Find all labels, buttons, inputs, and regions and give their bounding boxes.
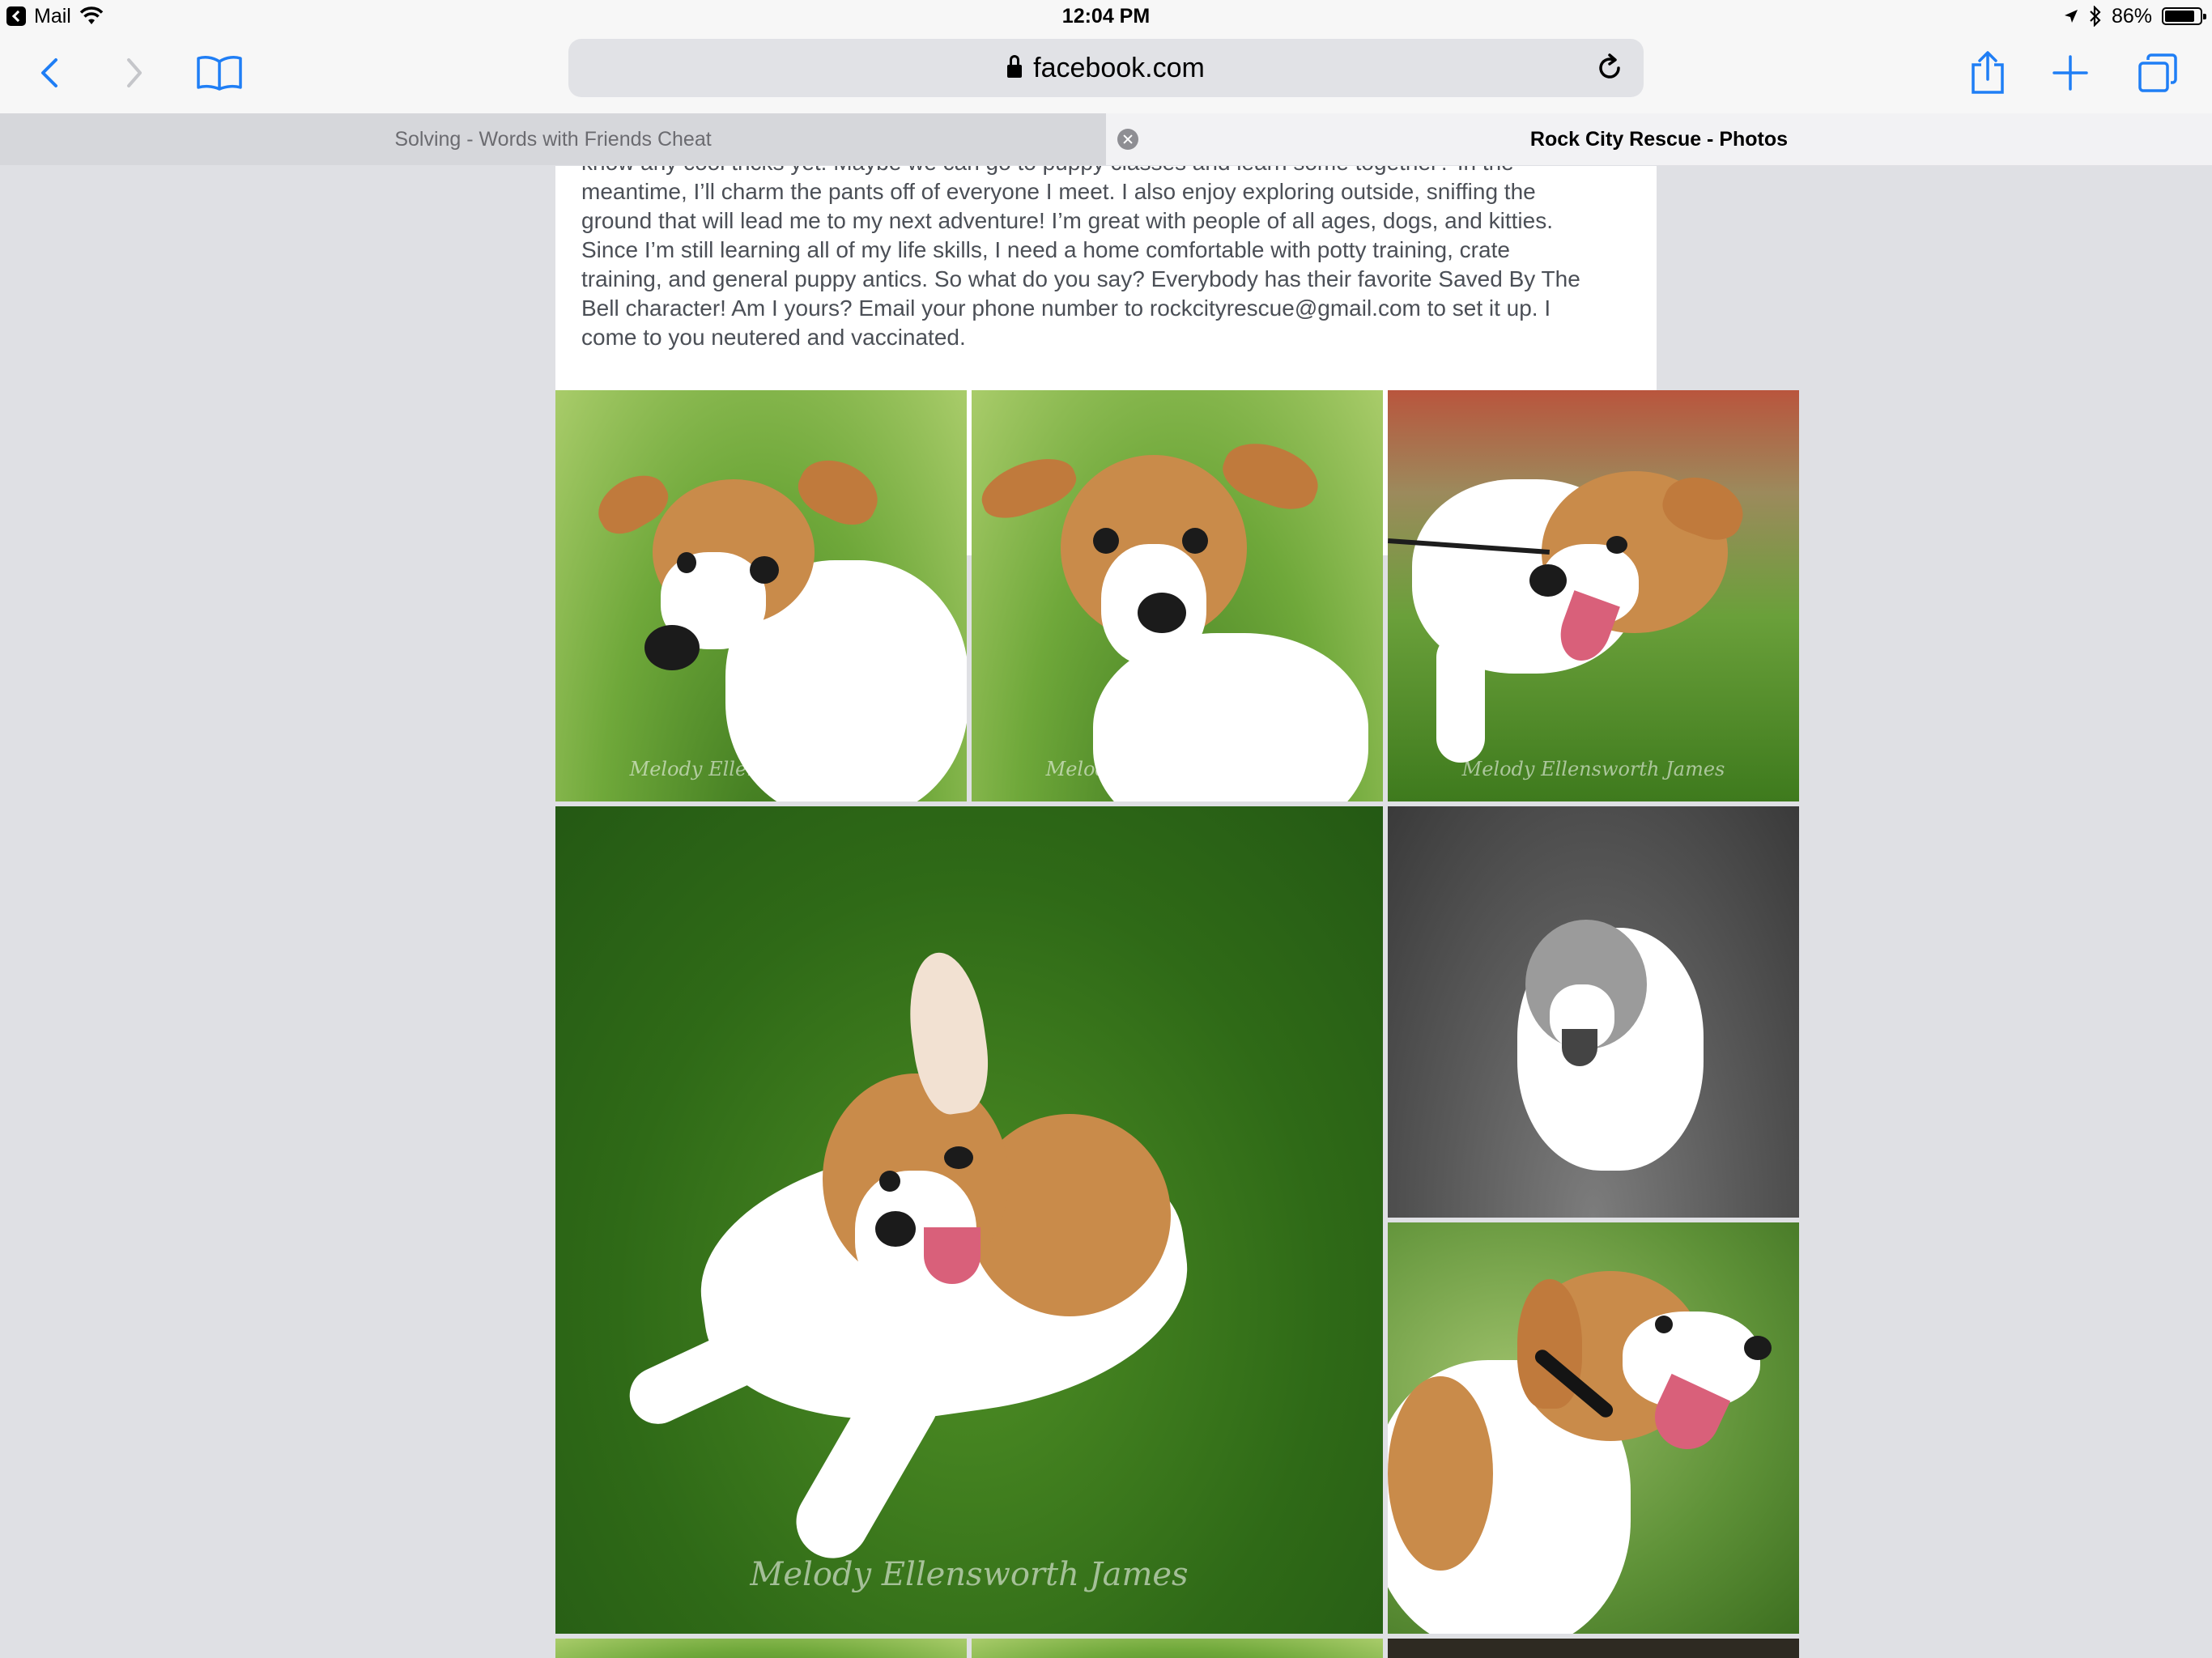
- forward-button[interactable]: [110, 32, 159, 113]
- address-bar[interactable]: facebook.com: [568, 39, 1644, 97]
- tab-label: Rock City Rescue - Photos: [1529, 128, 1789, 151]
- plus-icon: [2052, 55, 2088, 91]
- browser-toolbar: facebook.com: [0, 32, 2212, 113]
- dog-photo[interactable]: [1388, 806, 1799, 1218]
- clock: 12:04 PM: [1061, 5, 1151, 28]
- bluetooth-icon: [2090, 6, 2101, 27]
- dog-eye: [750, 556, 779, 584]
- dog-eye: [1093, 528, 1119, 554]
- photo-watermark: Melody Ellensworth James: [1045, 758, 1309, 780]
- dog-photo[interactable]: Melody Ellensworth James: [972, 390, 1383, 801]
- share-button[interactable]: [1959, 32, 2016, 113]
- dog-eye: [1182, 528, 1208, 554]
- book-icon: [197, 56, 242, 91]
- dog-photo[interactable]: Melody Ellensworth James: [1388, 390, 1799, 801]
- tab-label: Solving - Words with Friends Cheat: [394, 128, 712, 151]
- dog-photo[interactable]: [1388, 1222, 1799, 1634]
- dog-nose: [1138, 593, 1186, 633]
- close-tab-icon[interactable]: [1117, 129, 1138, 150]
- dog-eye: [1655, 1316, 1673, 1333]
- address-text: facebook.com: [568, 39, 1644, 97]
- back-button[interactable]: [24, 32, 73, 113]
- dog-eye: [1606, 536, 1627, 554]
- url-label: facebook.com: [1033, 53, 1205, 83]
- post-line: know any cool tricks yet! Maybe we can g…: [581, 166, 1631, 177]
- location-icon: [2064, 10, 2078, 23]
- dog-eye: [879, 1171, 900, 1192]
- tab-bar: Solving - Words with Friends Cheat Rock …: [0, 113, 2212, 165]
- post-line: training, and general puppy antics. So w…: [581, 266, 1580, 291]
- post-line: come to you neutered and vaccinated.: [581, 325, 966, 350]
- post-line: Bell character! Am I yours? Email your p…: [581, 295, 1551, 321]
- dog-photo[interactable]: Melody Ellensworth James: [555, 390, 967, 801]
- tab-rock-city-rescue[interactable]: Rock City Rescue - Photos: [1106, 113, 2212, 165]
- chevron-left-icon: [41, 58, 57, 87]
- photo-background: [972, 1639, 1383, 1658]
- dog-photo[interactable]: [972, 1639, 1383, 1658]
- dog-side-patch: [1388, 1376, 1493, 1571]
- dog-photo[interactable]: [1388, 1639, 1799, 1658]
- post-line: Since I’m still learning all of my life …: [581, 237, 1510, 262]
- photo-background: [555, 1639, 967, 1658]
- status-right: 86%: [2063, 0, 2206, 32]
- tabs-icon: [2138, 53, 2177, 92]
- dog-nose: [1529, 564, 1567, 597]
- dog-tongue: [924, 1227, 981, 1284]
- dog-leg: [1436, 633, 1485, 763]
- bookmarks-button[interactable]: [191, 32, 248, 113]
- dog-photo[interactable]: [555, 1639, 967, 1658]
- photo-watermark: Melody Ellensworth James: [629, 758, 893, 780]
- share-icon: [1972, 51, 2004, 94]
- tab-words-with-friends[interactable]: Solving - Words with Friends Cheat: [0, 113, 1106, 165]
- dog-eye: [677, 552, 696, 573]
- battery-percent: 86%: [2111, 5, 2152, 28]
- photo-watermark: Melody Ellensworth James: [750, 1556, 1189, 1593]
- reload-button[interactable]: [1593, 52, 1626, 84]
- post-line: ground that will lead me to my next adve…: [581, 208, 1553, 233]
- battery-icon: [2162, 7, 2206, 25]
- photo-watermark: Melody Ellensworth James: [1461, 758, 1725, 780]
- post-line: meantime, I’ll charm the pants off of ev…: [581, 179, 1536, 204]
- lock-icon: [1007, 55, 1023, 78]
- page-content: know any cool tricks yet! Maybe we can g…: [0, 166, 2212, 1658]
- dog-nose: [875, 1211, 916, 1247]
- chevron-right-icon: [127, 58, 142, 87]
- status-bar: Mail 12:04 PM 86%: [0, 0, 2212, 32]
- reload-icon: [1599, 53, 1620, 79]
- dog-nose: [1744, 1336, 1772, 1360]
- new-tab-button[interactable]: [2042, 32, 2099, 113]
- tabs-button[interactable]: [2129, 32, 2186, 113]
- dog-eye: [944, 1146, 973, 1169]
- dog-tongue: [1562, 1029, 1597, 1066]
- dog-nose: [644, 625, 700, 670]
- dog-photo[interactable]: Melody Ellensworth James: [555, 806, 1383, 1634]
- battery-fill: [2165, 11, 2195, 22]
